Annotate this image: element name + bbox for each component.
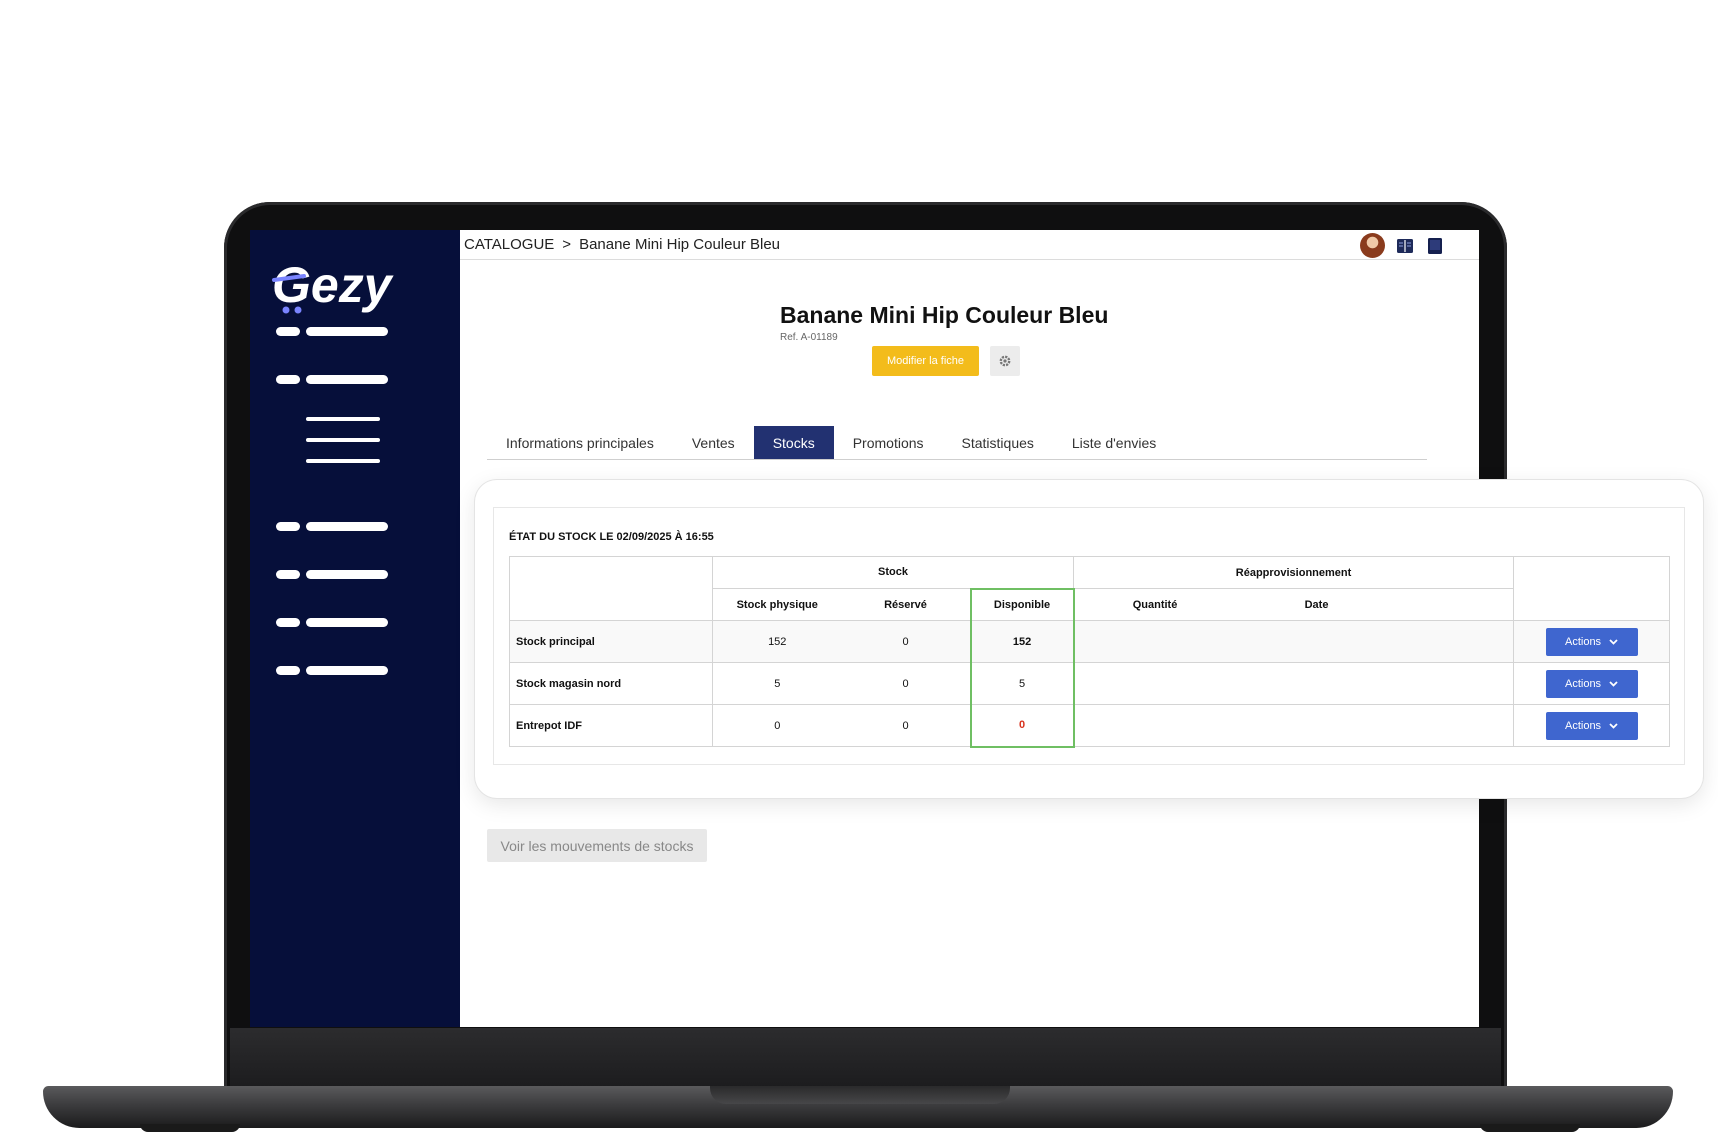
actions-label: Actions [1564, 635, 1602, 648]
tab-promotions[interactable]: Promotions [834, 426, 943, 459]
col-header-physique: Stock physique [712, 588, 842, 621]
top-icons [1360, 233, 1445, 258]
cell-quantite [1073, 620, 1236, 663]
breadcrumb-root[interactable]: CATALOGUE [464, 236, 554, 253]
actions-button[interactable]: Actions [1545, 669, 1638, 698]
col-header-disponible: Disponible [969, 587, 1075, 621]
chevron-down-icon [1609, 680, 1618, 687]
stock-card-inner: ÉTAT DU STOCK LE 02/09/2025 À 16:55 Stoc… [493, 507, 1685, 765]
stock-card: ÉTAT DU STOCK LE 02/09/2025 À 16:55 Stoc… [475, 480, 1703, 798]
product-tabs: Informations principales Ventes Stocks P… [487, 426, 1427, 460]
cell-date [1235, 704, 1398, 747]
cell-date [1235, 662, 1398, 705]
cell-disponible: 5 [969, 662, 1075, 705]
book-icon[interactable] [1425, 236, 1445, 256]
stock-card-heading: ÉTAT DU STOCK LE 02/09/2025 À 16:55 [509, 531, 714, 543]
breadcrumb-separator: > [562, 236, 572, 253]
tab-stocks[interactable]: Stocks [753, 426, 834, 459]
col-header-reserve: Réservé [841, 588, 971, 621]
tab-statistiques[interactable]: Statistiques [943, 426, 1053, 459]
avatar[interactable] [1360, 233, 1385, 258]
tab-ventes[interactable]: Ventes [673, 426, 754, 459]
table-row: Stock principal 152 0 152 Actions [509, 620, 1671, 663]
actions-header [1513, 556, 1671, 621]
laptop-foot-left [140, 1124, 240, 1132]
row-name: Stock principal [509, 620, 713, 663]
row-name: Stock magasin nord [509, 662, 713, 705]
cell-disponible: 152 [969, 620, 1075, 663]
logo-cart-wheel-icon [294, 306, 302, 314]
laptop-foot-right [1480, 1124, 1580, 1132]
cell-physique: 152 [712, 620, 842, 663]
cell-disponible: 0 [969, 704, 1075, 748]
actions-button[interactable]: Actions [1545, 711, 1638, 740]
sidebar: Gezy [250, 230, 460, 1027]
cell-actions: Actions [1513, 662, 1671, 705]
breadcrumb-current: Banane Mini Hip Couleur Bleu [579, 236, 781, 253]
view-stock-movements-button[interactable]: Voir les mouvements de stocks [487, 829, 707, 862]
laptop-base-notch [710, 1086, 1010, 1104]
sidebar-menu-icon[interactable] [306, 417, 380, 480]
edit-product-button[interactable]: Modifier la fiche [872, 346, 979, 376]
cell-actions: Actions [1513, 620, 1671, 663]
actions-label: Actions [1564, 719, 1602, 732]
cell-date [1235, 620, 1398, 663]
cell-quantite [1073, 662, 1236, 705]
table-corner [509, 556, 713, 621]
col-header-quantite: Quantité [1073, 588, 1236, 621]
group-header-reappro: Réapprovisionnement [1073, 556, 1515, 589]
tab-liste-envies[interactable]: Liste d'envies [1053, 426, 1175, 459]
table-row: Entrepot IDF 0 0 0 Actions [509, 704, 1671, 748]
settings-button[interactable] [990, 346, 1020, 376]
chevron-down-icon [1609, 638, 1618, 645]
table-row: Stock magasin nord 5 0 5 Actions [509, 662, 1671, 705]
chevron-down-icon [1609, 722, 1618, 729]
product-ref: Ref. A-01189 [780, 332, 838, 343]
cell-physique: 0 [712, 704, 842, 747]
actions-button[interactable]: Actions [1545, 627, 1638, 656]
cell-empty [1397, 620, 1515, 663]
cell-physique: 5 [712, 662, 842, 705]
stock-table: Stock Réapprovisionnement Stock physique… [509, 556, 1671, 748]
gezy-logo[interactable]: Gezy [270, 258, 410, 318]
cell-reserve: 0 [841, 704, 971, 747]
col-header-date: Date [1235, 588, 1398, 621]
book-open-icon[interactable] [1395, 236, 1415, 256]
cell-empty [1397, 662, 1515, 705]
actions-label: Actions [1564, 677, 1602, 690]
cell-quantite [1073, 704, 1236, 747]
col-header-empty [1397, 588, 1515, 621]
logo-cart-wheel-icon [282, 306, 290, 314]
logo-text: Gezy [272, 258, 394, 313]
gear-icon [999, 355, 1011, 367]
group-header-stock: Stock [711, 556, 1075, 589]
tab-informations[interactable]: Informations principales [487, 426, 673, 459]
page-title: Banane Mini Hip Couleur Bleu [780, 302, 1109, 328]
breadcrumb: CATALOGUE > Banane Mini Hip Couleur Bleu [460, 230, 1479, 260]
cell-empty [1397, 704, 1515, 747]
cell-reserve: 0 [841, 620, 971, 663]
laptop-chin [230, 1028, 1501, 1088]
cell-actions: Actions [1513, 704, 1671, 747]
cell-reserve: 0 [841, 662, 971, 705]
row-name: Entrepot IDF [509, 704, 713, 747]
